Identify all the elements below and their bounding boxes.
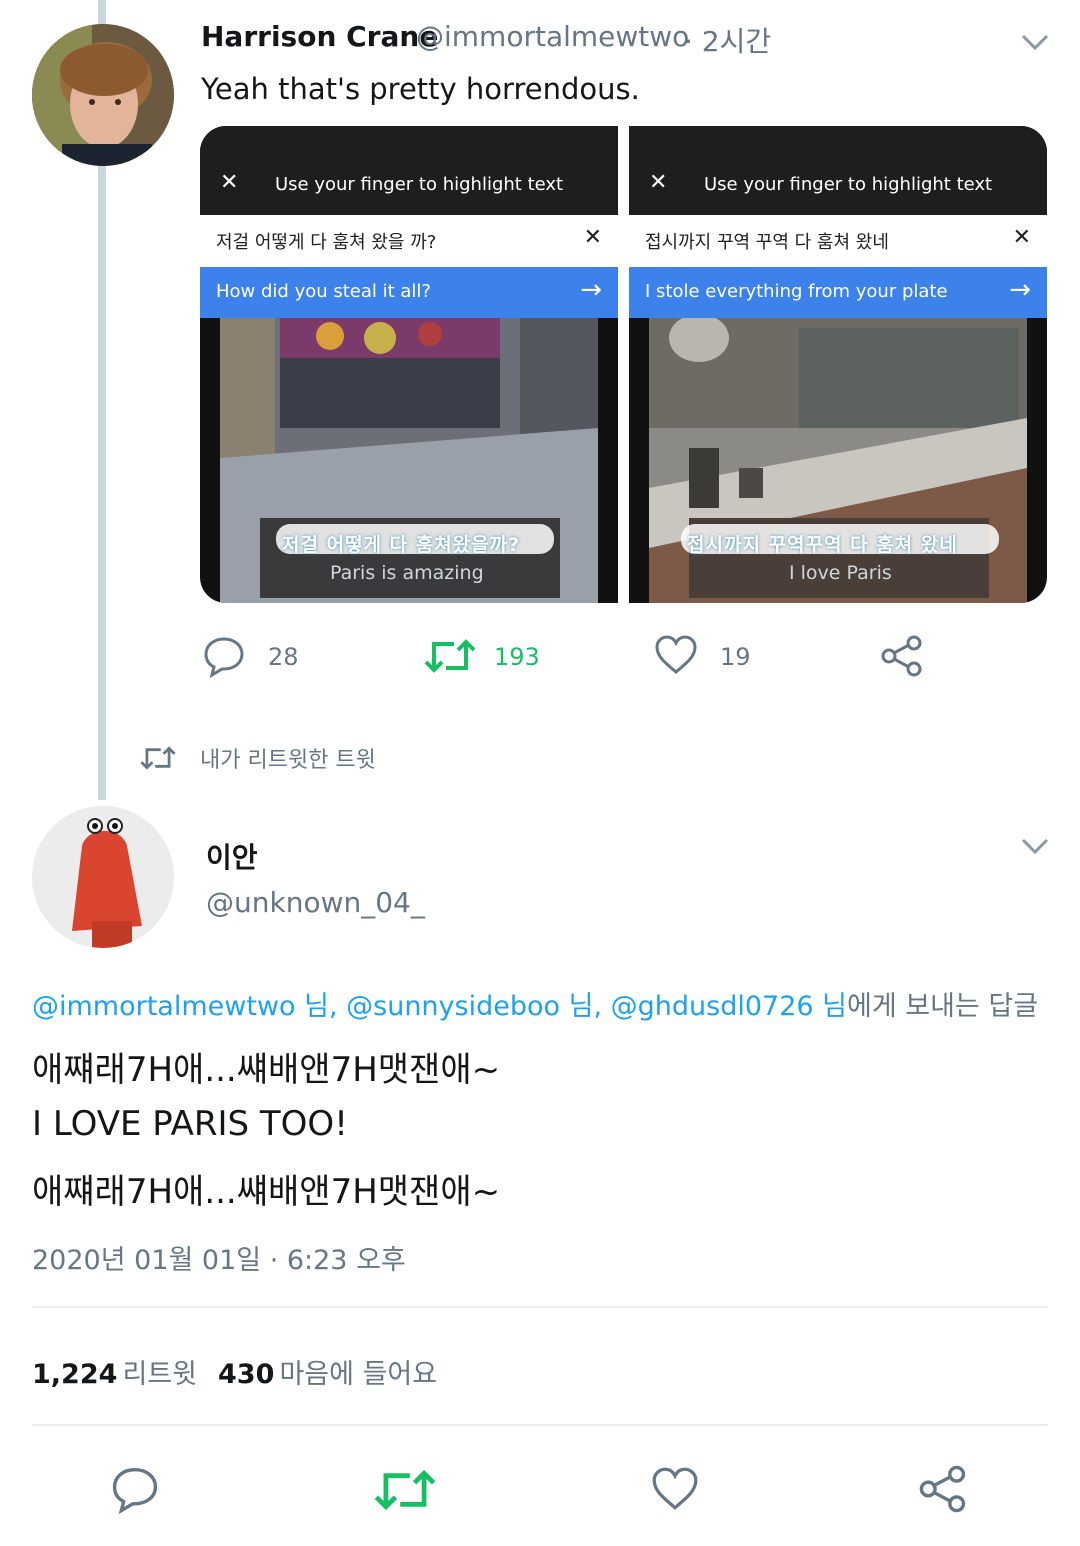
retweet-icon	[140, 744, 176, 772]
ocr-subtext: I love Paris	[789, 562, 892, 584]
translate-header: ✕ Use your finger to highlight text	[629, 126, 1047, 215]
like-icon[interactable]	[650, 1466, 700, 1512]
reply-to-suffix: 에게 보내는 답글	[846, 991, 1039, 1022]
like-total: 430	[218, 1359, 275, 1390]
highlight-hint: Use your finger to highlight text	[704, 174, 993, 195]
author-name[interactable]: 이안	[206, 836, 258, 876]
source-text-bar: 저걸 어떻게 다 훔쳐 왔을 까? ✕	[200, 215, 618, 267]
arrow-right-icon[interactable]: →	[580, 275, 602, 305]
author-name[interactable]: Harrison Crane	[201, 20, 438, 53]
highlight-hint: Use your finger to highlight text	[275, 174, 564, 195]
author-handle[interactable]: @immortalmewtwo	[416, 20, 689, 53]
reply-icon[interactable]	[202, 634, 246, 678]
media-image-2[interactable]: ✕ Use your finger to highlight text 접시까지…	[629, 126, 1047, 603]
ocr-text: 저걸 어떻게 다 훔쳐왔을까?	[282, 534, 521, 556]
avatar[interactable]	[32, 24, 174, 166]
retweet-icon[interactable]	[424, 636, 476, 676]
translation-text: I stole everything from your plate	[645, 281, 948, 302]
like-stat[interactable]: 430 마음에 들어요	[218, 1352, 437, 1391]
source-text-bar: 접시까지 꾸역 꾸역 다 훔쳐 왔네 ✕	[629, 215, 1047, 267]
camera-photo	[220, 318, 598, 603]
tweet-text-line: 애쨰래7H애...썌배앤7H맷잰애~	[32, 1050, 501, 1090]
retweet-count: 193	[494, 643, 540, 671]
mention-link[interactable]: @ghdusdl0726 님	[611, 991, 847, 1022]
retweet-icon[interactable]	[374, 1466, 436, 1514]
mention-link[interactable]: @sunnysideboo 님,	[346, 991, 602, 1022]
close-icon[interactable]: ✕	[649, 170, 667, 195]
close-icon[interactable]: ✕	[1013, 225, 1031, 250]
reply-count: 28	[268, 643, 299, 671]
retweet-stat-label: 리트윗	[122, 1359, 198, 1390]
share-icon[interactable]	[918, 1464, 968, 1514]
camera-photo	[649, 314, 1027, 603]
divider	[32, 1424, 1048, 1426]
like-icon[interactable]	[654, 634, 698, 676]
mention-link[interactable]: @immortalmewtwo 님,	[32, 991, 338, 1022]
share-icon[interactable]	[880, 634, 924, 678]
retweet-total: 1,224	[32, 1359, 118, 1390]
translation-bar[interactable]: I stole everything from your plate →	[629, 267, 1047, 318]
like-count: 19	[720, 643, 751, 671]
reply-icon[interactable]	[110, 1464, 160, 1514]
author-handle[interactable]: @unknown_04_	[206, 886, 425, 919]
translation-text: How did you steal it all?	[216, 281, 431, 302]
chevron-down-icon[interactable]	[1020, 834, 1050, 862]
tweet-text-line: 애쨰래7H애...썌배앤7H맷잰애~	[32, 1172, 501, 1212]
tweet-text-line: I LOVE PARIS TOO!	[32, 1104, 348, 1144]
translation-bar[interactable]: How did you steal it all? →	[200, 267, 618, 318]
reply-to-line: @immortalmewtwo 님, @sunnysideboo 님, @ghd…	[32, 984, 1038, 1023]
close-icon[interactable]: ✕	[220, 170, 238, 195]
tweet-text: Yeah that's pretty horrendous.	[201, 72, 640, 106]
translate-header: ✕ Use your finger to highlight text	[200, 126, 618, 215]
retweeted-label: 내가 리트윗한 트윗	[200, 748, 376, 773]
source-text: 저걸 어떻게 다 훔쳐 왔을 까?	[216, 232, 437, 253]
avatar[interactable]	[32, 806, 174, 948]
chevron-down-icon[interactable]	[1020, 30, 1050, 58]
close-icon[interactable]: ✕	[584, 225, 602, 250]
like-stat-label: 마음에 들어요	[279, 1359, 438, 1390]
ocr-text: 접시까지 꾸역꾸역 다 훔쳐 왔네	[687, 534, 958, 556]
tweet-time: · 2시간	[684, 25, 772, 58]
tweet-timestamp[interactable]: 2020년 01월 01일 · 6:23 오후	[32, 1238, 406, 1277]
source-text: 접시까지 꾸역 꾸역 다 훔쳐 왔네	[645, 232, 889, 253]
ocr-subtext: Paris is amazing	[330, 562, 484, 584]
divider	[32, 1306, 1048, 1308]
retweet-stat[interactable]: 1,224 리트윗	[32, 1352, 197, 1391]
arrow-right-icon[interactable]: →	[1009, 275, 1031, 305]
media-image-1[interactable]: ✕ Use your finger to highlight text 저걸 어…	[200, 126, 618, 603]
